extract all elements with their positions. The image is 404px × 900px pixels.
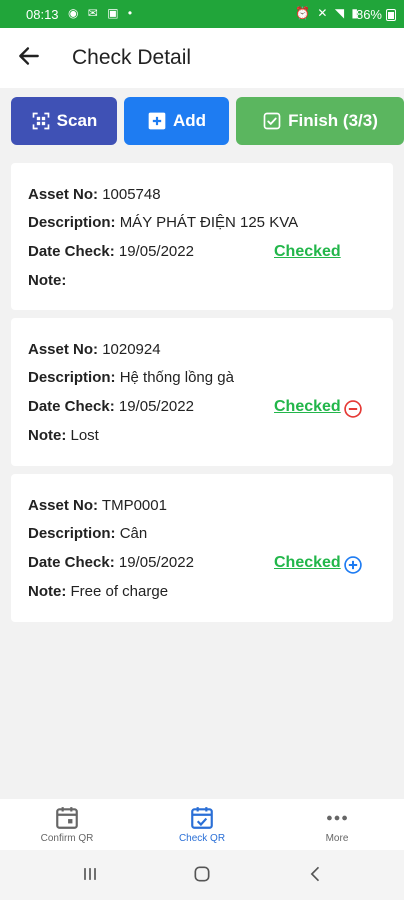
more-icon [327,815,347,821]
nav-more[interactable]: More [270,799,404,850]
app-bar: Check Detail [0,28,404,88]
note-label: Note: [28,583,67,600]
scan-button[interactable]: Scan [11,97,117,145]
finish-button[interactable]: Finish (3/3) [236,97,404,145]
description-label: Description: [28,369,116,386]
description-value: MÁY PHÁT ĐIỆN 125 KVA [119,214,299,231]
date-check-value: 19/05/2022 [118,398,194,415]
battery-percent: 86% [355,7,382,22]
date-check-row: Date Check: 19/05/2022 [28,554,194,571]
asset-no-row: Asset No: TMP0001 [28,497,167,514]
nav-check-qr-label: Check QR [178,833,226,844]
description-value: Hệ thống lồng gà [119,369,234,386]
add-button[interactable]: Add [124,97,229,145]
nav-check-qr[interactable]: Check QR [135,799,269,850]
date-check-value: 19/05/2022 [118,243,194,260]
description-label: Description: [28,525,116,542]
nav-confirm-qr[interactable]: Confirm QR [0,799,134,850]
home-icon[interactable] [192,864,212,884]
plus-circle-icon[interactable] [343,555,363,575]
minus-circle-icon[interactable] [343,399,363,419]
description-row: Description: Hệ thống lồng gà [28,369,234,386]
nav-more-label: More [325,833,349,844]
checked-status[interactable]: Checked [274,554,341,572]
status-time: 08:13 [26,7,59,22]
note-label: Note: [28,427,67,444]
back-nav-icon[interactable] [306,864,326,884]
back-arrow-icon[interactable] [16,43,42,69]
system-navigation-bar [0,850,404,900]
asset-no-label: Asset No: [28,186,99,203]
asset-no-value: 1005748 [102,186,161,203]
note-row: Note: [28,272,66,289]
scan-label: Scan [56,111,98,130]
description-value: Cân [119,525,148,542]
qr-scan-icon [32,112,50,130]
asset-card[interactable]: Asset No: TMP0001 Description: Cân Date … [11,474,393,622]
calendar-check-icon [191,807,213,829]
date-check-row: Date Check: 19/05/2022 [28,398,194,415]
bottom-navigation: Confirm QR Check QR More [0,799,404,850]
note-row: Note: Free of charge [28,583,168,600]
calendar-icon [56,807,78,829]
date-check-label: Date Check: [28,398,115,415]
asset-no-value: 1020924 [102,341,161,358]
description-row: Description: MÁY PHÁT ĐIỆN 125 KVA [28,214,298,231]
asset-no-label: Asset No: [28,341,99,358]
page-title: Check Detail [72,46,192,69]
date-check-row: Date Check: 19/05/2022 [28,243,194,260]
status-bar: 08:13 ◉ ✉ ▣ • ⏰ ✕ ◥ ▮ 86% [0,0,404,28]
checkbox-icon [263,112,281,130]
note-value: Free of charge [70,583,169,600]
add-label: Add [172,111,207,130]
asset-no-value: TMP0001 [101,497,167,514]
note-label: Note: [28,272,67,289]
notification-icons: ◉ ✉ ▣ • [68,6,136,20]
checked-status[interactable]: Checked [274,398,341,416]
description-label: Description: [28,214,116,231]
note-row: Note: Lost [28,427,99,444]
checked-status[interactable]: Checked [274,243,341,261]
date-check-label: Date Check: [28,554,115,571]
date-check-value: 19/05/2022 [118,554,194,571]
asset-card[interactable]: Asset No: 1020924 Description: Hệ thống … [11,318,393,466]
recent-apps-icon[interactable] [80,864,100,884]
finish-label: Finish (3/3) [288,111,378,130]
description-row: Description: Cân [28,525,147,542]
add-box-icon [148,112,166,130]
asset-no-row: Asset No: 1005748 [28,186,161,203]
system-status-icons: ⏰ ✕ ◥ ▮ [295,6,360,20]
date-check-label: Date Check: [28,243,115,260]
battery-icon [386,9,396,21]
asset-no-label: Asset No: [28,497,99,514]
asset-no-row: Asset No: 1020924 [28,341,161,358]
note-value: Lost [70,427,99,444]
nav-confirm-qr-label: Confirm QR [40,833,94,844]
asset-card[interactable]: Asset No: 1005748 Description: MÁY PHÁT … [11,163,393,310]
